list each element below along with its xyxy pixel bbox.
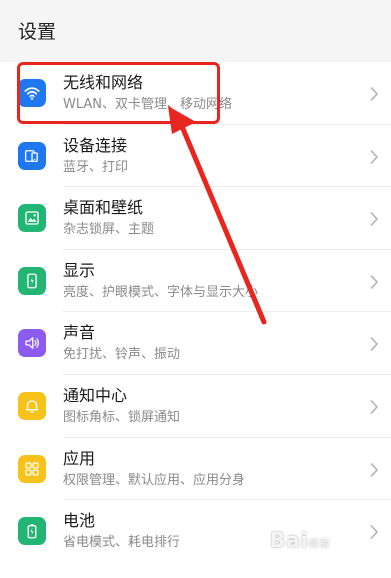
settings-screen: 设置 无线和网络 WLAN、双卡管理、移动网络 设备连接 蓝牙、打印 桌面和壁纸… bbox=[0, 0, 391, 578]
settings-item-battery[interactable]: 电池 省电模式、耗电排行 bbox=[0, 500, 391, 563]
device-connection-icon bbox=[18, 141, 46, 170]
settings-item-sound[interactable]: 声音 免打扰、铃声、振动 bbox=[0, 312, 391, 375]
settings-item-label: 显示 bbox=[63, 260, 96, 280]
settings-item-subtitle: 杂志锁屏、主题 bbox=[63, 222, 155, 238]
settings-item-label: 电池 bbox=[63, 511, 96, 531]
watermark-suffix: 经验 bbox=[308, 539, 331, 550]
wallpaper-icon bbox=[18, 204, 46, 233]
settings-item-subtitle: 免打扰、铃声、振动 bbox=[63, 347, 181, 363]
settings-item-display[interactable]: 显示 亮度、护眼模式、字体与显示大小 bbox=[0, 250, 391, 313]
chevron-right-icon bbox=[370, 149, 379, 164]
settings-item-label: 设备连接 bbox=[63, 135, 128, 155]
chevron-right-icon bbox=[370, 525, 379, 540]
page-title: 设置 bbox=[18, 21, 57, 43]
settings-item-subtitle: 亮度、护眼模式、字体与显示大小 bbox=[63, 284, 259, 300]
apps-grid-icon bbox=[18, 454, 46, 483]
wifi-icon bbox=[18, 79, 46, 107]
chevron-right-icon bbox=[370, 462, 379, 477]
settings-item-subtitle: 图标角标、锁屏通知 bbox=[63, 409, 181, 425]
chevron-right-icon bbox=[370, 337, 379, 352]
settings-item-subtitle: WLAN、双卡管理、移动网络 bbox=[63, 97, 233, 112]
settings-item-desktop-wallpaper[interactable]: 桌面和壁纸 杂志锁屏、主题 bbox=[0, 187, 391, 250]
watermark: Bai经验 bbox=[270, 528, 331, 552]
battery-icon bbox=[18, 517, 46, 546]
watermark-text: Bai bbox=[270, 528, 309, 552]
settings-item-label: 应用 bbox=[63, 448, 96, 468]
settings-item-label: 无线和网络 bbox=[63, 73, 144, 92]
settings-item-subtitle: 蓝牙、打印 bbox=[63, 159, 129, 175]
settings-item-subtitle: 省电模式、耗电排行 bbox=[63, 535, 181, 551]
chevron-right-icon bbox=[370, 274, 379, 289]
settings-item-device-connection[interactable]: 设备连接 蓝牙、打印 bbox=[0, 125, 391, 188]
display-icon bbox=[18, 266, 46, 295]
settings-item-label: 桌面和壁纸 bbox=[63, 198, 144, 218]
chevron-right-icon bbox=[370, 399, 379, 415]
settings-item-label: 声音 bbox=[63, 323, 96, 343]
settings-item-notification-center[interactable]: 通知中心 图标角标、锁屏通知 bbox=[0, 375, 391, 438]
chevron-right-icon bbox=[370, 212, 379, 227]
settings-item-apps[interactable]: 应用 权限管理、默认应用、应用分身 bbox=[0, 438, 391, 501]
settings-item-subtitle: 权限管理、默认应用、应用分身 bbox=[63, 472, 246, 488]
title-bar: 设置 bbox=[0, 0, 391, 62]
speaker-icon bbox=[18, 329, 46, 358]
bell-icon bbox=[18, 391, 46, 420]
settings-list: 无线和网络 WLAN、双卡管理、移动网络 设备连接 蓝牙、打印 桌面和壁纸 杂志… bbox=[0, 62, 391, 563]
chevron-right-icon bbox=[370, 86, 379, 102]
settings-item-label: 通知中心 bbox=[63, 385, 128, 405]
settings-item-wireless-network[interactable]: 无线和网络 WLAN、双卡管理、移动网络 bbox=[0, 62, 391, 125]
